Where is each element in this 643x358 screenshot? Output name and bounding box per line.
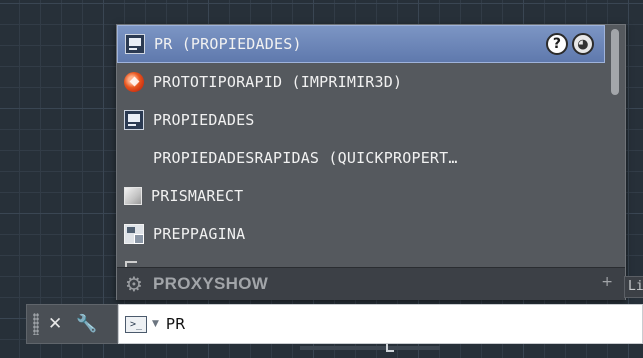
command-prompt-icon[interactable]: >_ <box>125 315 147 333</box>
globe-icon[interactable]: ◕ <box>572 33 594 55</box>
chevron-down-icon[interactable]: ▼ <box>152 319 159 329</box>
suggestion-label: PR (PROPIEDADES) <box>154 35 302 53</box>
ucs-strip <box>300 346 440 350</box>
suggestion-item-propiedadesrapidas[interactable]: PROPIEDADESRAPIDAS (QUICKPROPERT… <box>117 139 605 177</box>
command-input[interactable] <box>165 315 546 333</box>
item-actions: ? ◕ <box>546 33 594 55</box>
category-label: PROXYSHOW <box>153 274 269 293</box>
properties-icon <box>124 110 144 130</box>
page-setup-icon <box>124 224 144 244</box>
scrollbar[interactable] <box>609 27 621 265</box>
suggestion-label: PREPPAGINA <box>153 225 246 243</box>
gear-icon: ⚙ <box>125 272 143 296</box>
expand-icon[interactable]: + <box>601 274 613 290</box>
drag-grip-icon[interactable] <box>33 313 39 335</box>
3d-print-icon <box>124 72 144 92</box>
suggestion-label: PROPIEDADES <box>153 111 255 129</box>
command-line: >_ ▼ <box>118 304 643 344</box>
command-line-toolbar: ✕ 🔧 <box>26 304 118 344</box>
category-bar[interactable]: ⚙ PROXYSHOW + <box>117 267 625 300</box>
customize-icon[interactable]: 🔧 <box>76 314 97 334</box>
suggestion-item-prototiporapid[interactable]: PROTOTIPORAPID (IMPRIMIR3D) <box>117 63 605 101</box>
suggestion-item-pr-propiedades[interactable]: PR (PROPIEDADES) ? ◕ <box>117 25 605 63</box>
layout-tab[interactable]: Li <box>624 276 643 298</box>
suggestion-label: PROTOTIPORAPID (IMPRIMIR3D) <box>153 73 403 91</box>
suggestion-item-prismarect[interactable]: PRISMARECT <box>117 177 605 215</box>
suggestion-item-preppagina[interactable]: PREPPAGINA <box>117 215 605 253</box>
autocomplete-popup: PR (PROPIEDADES) ? ◕ PROTOTIPORAPID (IMP… <box>116 24 626 300</box>
suggestion-label: PRISMARECT <box>151 187 244 205</box>
ucs-icon <box>386 344 394 352</box>
suggestion-list: PR (PROPIEDADES) ? ◕ PROTOTIPORAPID (IMP… <box>117 25 605 267</box>
suggestion-label: PROPIEDADESRAPIDAS (QUICKPROPERT… <box>153 149 458 167</box>
scrollbar-thumb[interactable] <box>611 29 619 95</box>
help-icon[interactable]: ? <box>546 33 568 55</box>
box-icon <box>124 187 142 205</box>
close-icon[interactable]: ✕ <box>48 314 62 334</box>
properties-icon <box>125 34 145 54</box>
suggestion-item-propiedades[interactable]: PROPIEDADES <box>117 101 605 139</box>
